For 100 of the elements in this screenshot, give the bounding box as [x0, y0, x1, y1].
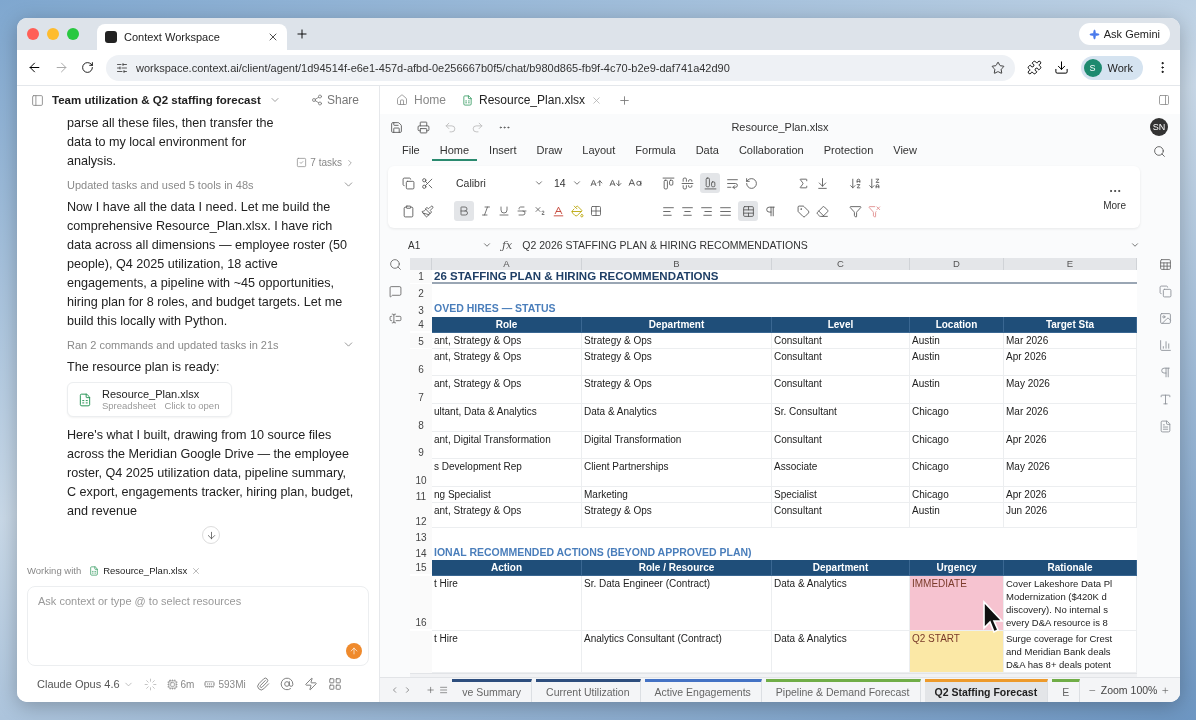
sheet-tab[interactable]: E — [1052, 678, 1081, 702]
row-number: 14 — [410, 544, 432, 560]
working-with-label: Working with — [27, 565, 82, 576]
browser-tab[interactable]: Context Workspace — [97, 24, 287, 50]
tasks-button[interactable]: 7 tasks — [296, 157, 355, 171]
table-cell: Consultant — [772, 349, 910, 376]
share-button[interactable]: Share — [304, 92, 365, 108]
pane-tab[interactable]: Home — [396, 93, 446, 107]
menu-tab[interactable]: Data — [687, 141, 727, 161]
table-cell: t Hire — [432, 576, 582, 631]
menu-tab[interactable]: Formula — [627, 141, 684, 161]
table-cell: Specialist — [772, 487, 910, 503]
ask-gemini-button[interactable]: Ask Gemini — [1078, 23, 1170, 45]
table-cell: Austin — [910, 376, 1004, 404]
table-cell: Strategy & Ops — [582, 376, 772, 404]
table-cell: Austin — [910, 349, 1004, 376]
more-button[interactable]: More — [1097, 182, 1132, 212]
column-header-cell: Action — [432, 560, 582, 576]
sheet-tab[interactable]: Current Utilization — [536, 678, 641, 702]
table-cell: Cover Lakeshore Data Pl Modernization ($420K d discovery). No internal s every D&A resource is 8 — [1004, 576, 1137, 631]
file-chip[interactable]: Resource_Plan.xlsx — [89, 565, 202, 576]
table-cell: Apr 2026 — [1004, 349, 1137, 376]
menu-tab[interactable]: Insert — [481, 141, 525, 161]
row-number: 4 — [410, 317, 432, 331]
sheet-tab[interactable]: Q2 Staffing Forecast — [924, 678, 1049, 702]
row-number: 6 — [410, 349, 432, 376]
table-cell: Chicago — [910, 487, 1004, 503]
menu-tab[interactable]: View — [885, 141, 925, 161]
step-summary[interactable]: Updated tasks and used 5 tools in 48s — [67, 176, 355, 193]
profile-avatar: S — [1083, 58, 1102, 77]
address-bar[interactable]: workspace.context.ai/client/agent/1d94514f-e6e1-457d-afbd-0e256667b0f5/chat/b980d865-fb9f-4c70-b2e9-daf741a42d90 — [106, 54, 1015, 81]
step-summary[interactable]: Ran 2 commands and updated tasks in 21s — [67, 336, 355, 353]
profile-button[interactable]: S Work — [1080, 55, 1143, 80]
message-text: Here's what I built, drawing from 10 source files across the Meridian Google Drive — the employee roster, Q4 2025 utilization data, pipeline summary, C export, engagements tracker, hiring plan, budget, and revenue — [67, 427, 355, 520]
function-label: ƒx — [502, 238, 513, 252]
column-header-cell: Rationale — [1004, 560, 1137, 576]
section-heading: IONAL RECOMMENDED ACTIONS (BEYOND APPROVED PLAN) — [433, 544, 753, 560]
font-size-select[interactable]: 14 — [552, 173, 584, 193]
table-cell: ant, Strategy & Ops — [432, 349, 582, 376]
row-number: 16 — [410, 576, 432, 629]
sheet-tab[interactable]: ve Summary — [452, 678, 533, 702]
row-number: 7 — [410, 376, 432, 404]
column-letter[interactable]: A — [432, 258, 582, 270]
menu-tab[interactable]: Home — [431, 141, 478, 161]
column-header-cell: Department — [772, 560, 910, 576]
formula-input[interactable]: Q2 2026 STAFFING PLAN & HIRING RECOMMENDATIONS — [522, 239, 1140, 251]
table-cell: Sr. Data Engineer (Contract) — [582, 576, 772, 631]
urgency-cell: IMMEDIATE — [910, 576, 1004, 631]
table-cell: Jun 2026 — [1004, 503, 1137, 528]
tab-title: Context Workspace — [124, 31, 220, 43]
column-header-cell: Urgency — [910, 560, 1004, 576]
memory-stat: 593Mi — [204, 678, 246, 690]
column-letter[interactable]: D — [910, 258, 1004, 270]
column-header-cell: Role — [432, 317, 582, 333]
row-number: 12 — [410, 503, 432, 528]
model-selector[interactable]: Claude Opus 4.6 — [37, 678, 134, 690]
sheet-title: 26 STAFFING PLAN & HIRING RECOMMENDATIONS — [432, 270, 1137, 284]
table-cell: Data & Analytics — [582, 404, 772, 432]
menu-tab[interactable]: Protection — [815, 141, 882, 161]
table-cell: Mar 2026 — [1004, 333, 1137, 349]
file-card[interactable]: Resource_Plan.xlsx Spreadsheet Click to open — [67, 382, 233, 417]
table-cell: Mar 2026 — [1004, 404, 1137, 432]
table-cell: Associate — [772, 459, 910, 487]
sheet-tab[interactable]: Active Engagements — [644, 678, 762, 702]
table-cell: Strategy & Ops — [582, 333, 772, 349]
menu-tab[interactable]: Collaboration — [730, 141, 812, 161]
table-cell: ant, Digital Transformation — [432, 432, 582, 459]
row-number: 8 — [410, 404, 432, 432]
column-header-cell: Target Sta — [1004, 317, 1137, 333]
table-cell: Austin — [910, 503, 1004, 528]
menu-tab[interactable]: File — [394, 141, 428, 161]
menu-tab[interactable]: Layout — [574, 141, 624, 161]
table-cell: ant, Strategy & Ops — [432, 333, 582, 349]
table-cell: May 2026 — [1004, 459, 1137, 487]
table-cell: Apr 2026 — [1004, 432, 1137, 459]
font-select[interactable]: Calibri — [454, 173, 546, 193]
column-letter[interactable]: B — [582, 258, 772, 270]
table-cell: ant, Strategy & Ops — [432, 376, 582, 404]
row-number: 1 — [410, 270, 432, 283]
zoom-level[interactable]: Zoom 100% — [1100, 684, 1158, 696]
table-cell: Strategy & Ops — [582, 349, 772, 376]
time-stat: 6m — [166, 678, 195, 690]
message-text: parse all these files, then transfer the data to my local environment for analysis. — [67, 115, 275, 170]
column-letter[interactable]: C — [772, 258, 910, 270]
row-number: 10 — [410, 459, 432, 487]
pane-tab[interactable]: Resource_Plan.xlsx — [462, 93, 603, 107]
sheet-tab[interactable]: Pipeline & Demand Forecast — [765, 678, 921, 702]
row-number: 5 — [410, 333, 432, 348]
message-text: Now I have all the data I need. Let me build the comprehensive Resource_Plan.xlsx. I have rich data across all dimensions — employee roster (50 people), Q4 2025 utilization, 18 active engagements, a pipeline with ~45 opportunities, hiring plan for 8 roles, and budget targets. Let me build this locally with Python. — [67, 199, 348, 330]
cell-reference[interactable]: A1 — [408, 239, 492, 251]
table-cell: Consultant — [772, 376, 910, 404]
column-letter[interactable]: E — [1004, 258, 1137, 270]
menu-tab[interactable]: Draw — [528, 141, 571, 161]
document-title: Resource_Plan.xlsx — [731, 121, 829, 133]
section-heading: OVED HIRES — STATUS — [433, 301, 557, 316]
table-cell: Client Partnerships — [582, 459, 772, 487]
table-cell: ng Specialist — [432, 487, 582, 503]
user-avatar[interactable]: SN — [1150, 118, 1168, 136]
table-cell: Strategy & Ops — [582, 503, 772, 528]
conversation-title[interactable]: Team utilization & Q2 staffing forecast — [52, 94, 261, 106]
